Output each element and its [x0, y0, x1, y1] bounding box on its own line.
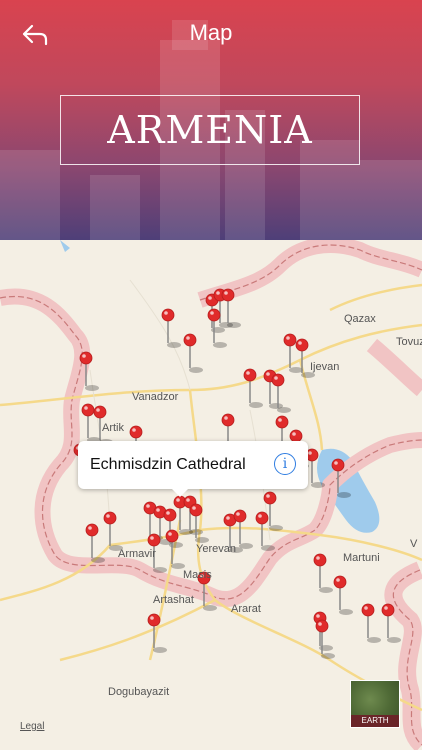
city-label-artashat: Artashat	[153, 594, 194, 606]
city-label-qazax: Qazax	[344, 313, 376, 325]
page-title: ARMENIA	[60, 95, 360, 165]
map-pin[interactable]	[183, 333, 203, 373]
place-callout[interactable]: Echmisdzin Cathedral i	[78, 441, 308, 497]
map-pin[interactable]	[333, 575, 353, 615]
reservoir	[60, 240, 70, 252]
nav-title: Map	[189, 20, 233, 45]
city-label-ijevan: Ijevan	[310, 361, 340, 373]
city-label-martuni: Martuni	[343, 552, 380, 564]
earth-view-button[interactable]: EARTH	[350, 680, 400, 728]
map-pin[interactable]	[361, 603, 381, 643]
city-label-masis: Masis	[183, 569, 212, 581]
map-pin[interactable]	[85, 523, 105, 563]
map-view[interactable]: Qazax Tovuz Ijevan Vanadzor Artik Armavi…	[0, 240, 422, 750]
city-label-ararat: Ararat	[231, 603, 261, 615]
map-pin[interactable]	[313, 553, 333, 593]
city-label-artik: Artik	[102, 422, 124, 434]
city-label-tovuz: Tovuz	[396, 336, 422, 348]
city-label-yerevan: Yerevan	[196, 543, 236, 555]
map-pin[interactable]	[233, 509, 253, 549]
map-pin[interactable]	[243, 368, 263, 408]
info-icon[interactable]: i	[274, 453, 296, 475]
callout-title: Echmisdzin Cathedral	[90, 456, 246, 473]
callout-tail	[171, 488, 189, 497]
header-banner: Map ARMENIA	[0, 0, 422, 240]
map-pin[interactable]	[263, 491, 283, 531]
border-halo-east	[366, 338, 422, 397]
city-label-armavir: Armavir	[118, 548, 156, 560]
legal-link[interactable]: Legal	[20, 721, 44, 732]
city-label-dogubayazit: Dogubayazit	[108, 686, 170, 698]
map-pin[interactable]	[165, 529, 185, 569]
city-label-vardenis: V	[410, 538, 418, 550]
earth-button-label: EARTH	[351, 715, 399, 727]
city-label-vanadzor: Vanadzor	[132, 391, 179, 403]
